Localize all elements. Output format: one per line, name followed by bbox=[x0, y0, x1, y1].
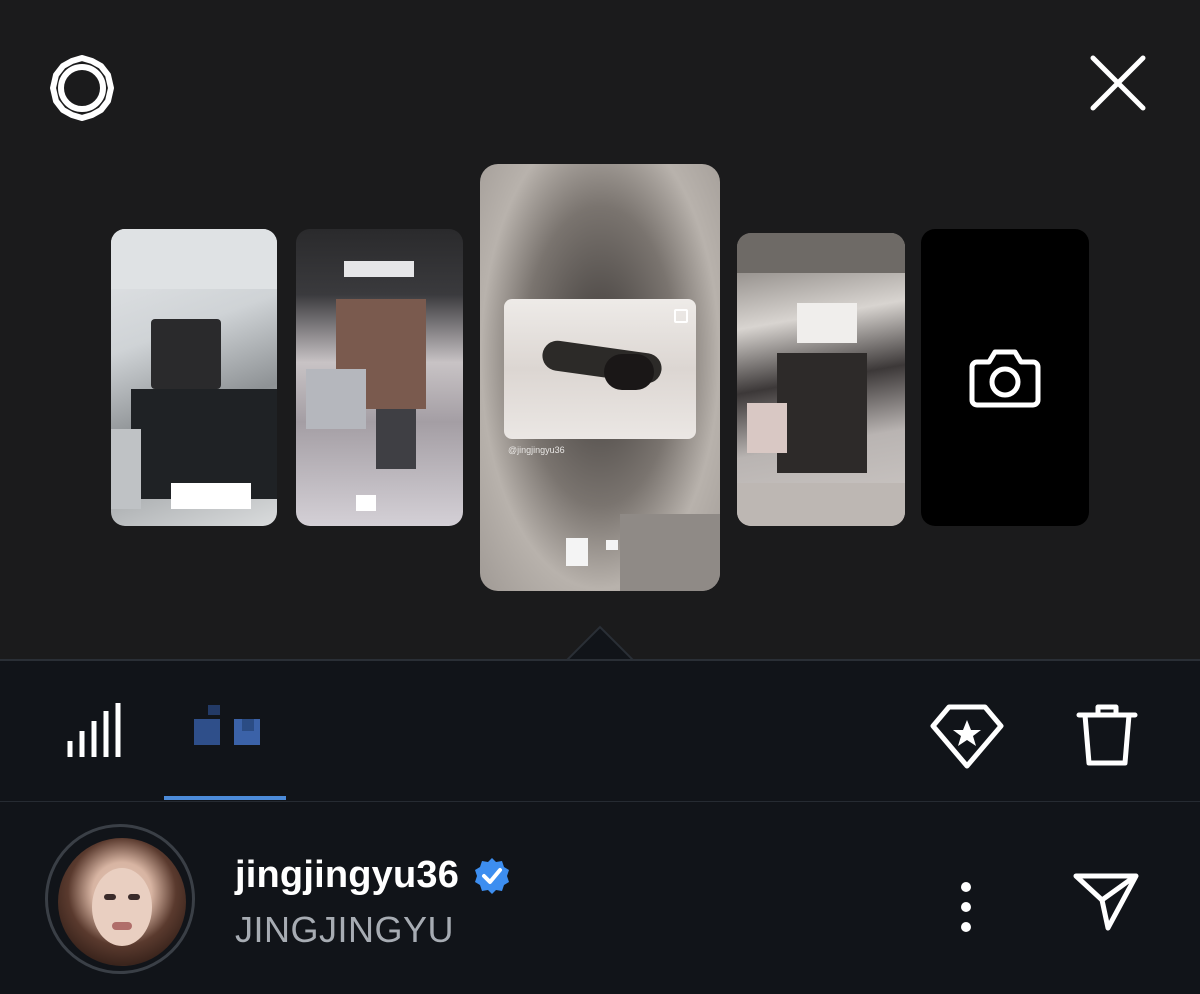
pixelated-region bbox=[620, 514, 720, 591]
pixelated-region bbox=[376, 409, 416, 469]
story-thumbnail[interactable] bbox=[296, 229, 463, 526]
pixelated-region bbox=[737, 483, 905, 526]
close-button[interactable] bbox=[1080, 45, 1156, 121]
avatar-eye bbox=[128, 894, 140, 900]
diamond-star-icon bbox=[930, 704, 1004, 769]
delete-button[interactable] bbox=[1074, 695, 1140, 775]
story-thumbnail[interactable] bbox=[737, 233, 905, 526]
active-tab-indicator bbox=[164, 796, 286, 800]
username[interactable]: jingjingyu36 bbox=[235, 854, 459, 897]
pixelated-region bbox=[111, 429, 141, 509]
send-icon bbox=[1073, 873, 1139, 931]
gear-icon bbox=[50, 55, 114, 121]
more-vertical-icon bbox=[961, 882, 971, 932]
pixelated-region bbox=[306, 369, 366, 429]
profile-row: jingjingyu36 JINGJINGYU bbox=[0, 802, 1200, 994]
avatar-lips bbox=[112, 922, 132, 930]
settings-button[interactable] bbox=[44, 50, 120, 126]
selection-notch bbox=[566, 625, 634, 661]
pixelated-face bbox=[151, 319, 221, 389]
pixelated-region bbox=[747, 403, 787, 453]
tab-viewers[interactable] bbox=[164, 699, 286, 763]
camera-icon bbox=[969, 349, 1041, 407]
trash-icon bbox=[1076, 704, 1138, 766]
tab-stats[interactable] bbox=[60, 699, 126, 763]
story-caption: @jingjingyu36 bbox=[508, 445, 565, 455]
pixelated-region bbox=[111, 229, 277, 289]
display-name: JINGJINGYU bbox=[235, 909, 455, 950]
pixelated-region bbox=[171, 483, 251, 509]
verified-badge-icon bbox=[475, 857, 510, 894]
story-thumbnail-selected[interactable]: @jingjingyu36 bbox=[480, 164, 720, 591]
pixelated-region bbox=[797, 303, 857, 343]
close-icon bbox=[1090, 55, 1146, 111]
send-button[interactable] bbox=[1068, 866, 1144, 936]
pixelated-viewer-icon bbox=[242, 719, 254, 731]
photo-subject bbox=[604, 354, 654, 390]
story-tray: @jingjingyu36 bbox=[0, 0, 1200, 661]
pixelated-region bbox=[777, 353, 867, 473]
story-thumbnail[interactable] bbox=[111, 229, 277, 526]
pixelated-viewer-icon bbox=[208, 705, 220, 715]
avatar-face bbox=[92, 868, 152, 946]
pixelated-region bbox=[737, 233, 905, 273]
story-photo bbox=[504, 299, 696, 439]
username-row: jingjingyu36 bbox=[235, 854, 511, 897]
photo-corner-icon bbox=[674, 309, 688, 323]
more-options-button[interactable] bbox=[946, 872, 986, 942]
avatar[interactable] bbox=[58, 838, 186, 966]
pixelated-region bbox=[606, 540, 618, 550]
pixelated-region bbox=[566, 538, 588, 566]
highlight-button[interactable] bbox=[928, 697, 1006, 775]
add-story-tile[interactable] bbox=[921, 229, 1089, 526]
bar-chart-icon bbox=[67, 703, 121, 757]
pixelated-viewer-icon bbox=[194, 719, 220, 745]
pixelated-region bbox=[344, 261, 414, 277]
avatar-eye bbox=[104, 894, 116, 900]
pixelated-region bbox=[356, 495, 376, 511]
story-toolbar bbox=[0, 661, 1200, 801]
